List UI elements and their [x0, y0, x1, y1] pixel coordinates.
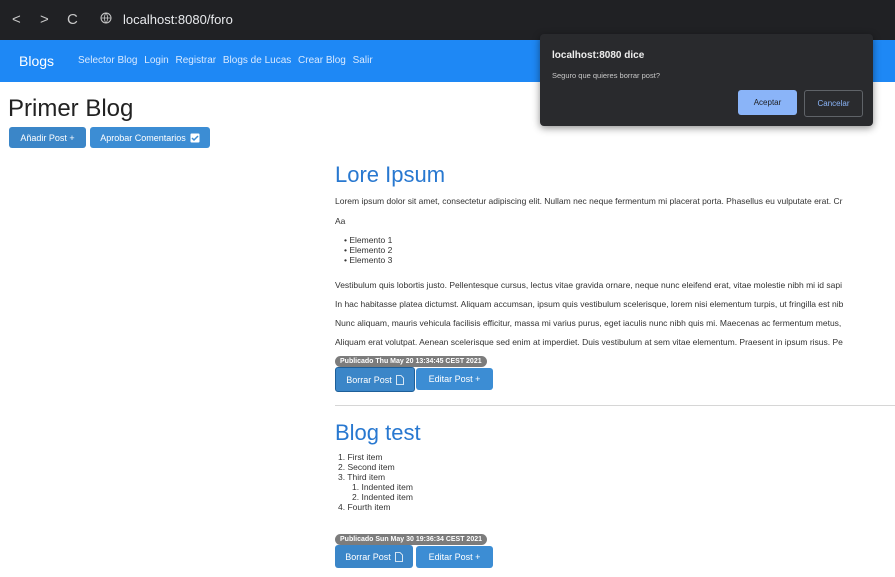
reload-icon[interactable]: C — [67, 11, 78, 28]
list-item: 1. First item — [338, 452, 383, 462]
list-item: 2. Indented item — [352, 492, 413, 502]
post-paragraph: Aliquam erat volutpat. Aenean scelerisqu… — [335, 337, 843, 347]
nav-link-blogs-de-lucas[interactable]: Blogs de Lucas — [223, 55, 291, 66]
delete-post-button[interactable]: Borrar Post — [335, 545, 413, 568]
nested-list: 1. Indented item 2. Indented item — [338, 482, 413, 502]
unordered-list: • Elemento 1 • Elemento 2 • Elemento 3 — [344, 235, 392, 265]
brand-link[interactable]: Blogs — [19, 53, 54, 69]
published-badge: Publicado Sun May 30 19:36:34 CEST 2021 — [335, 534, 488, 545]
post-title: Blog test — [335, 420, 421, 445]
post-divider — [335, 405, 895, 406]
post-paragraph: Vestibulum quis lobortis justo. Pellente… — [335, 280, 842, 290]
list-item: • Elemento 3 — [344, 255, 393, 265]
approve-comments-button[interactable]: Aprobar Comentarios — [90, 127, 210, 148]
edit-post-button[interactable]: Editar Post + — [416, 368, 493, 390]
post-title: Lore Ipsum — [335, 162, 446, 187]
checkbox-icon — [190, 133, 200, 142]
address-bar[interactable]: localhost:8080/foro — [123, 12, 233, 27]
forward-icon[interactable]: > — [40, 11, 49, 28]
list-item: 1. Indented item — [352, 482, 413, 492]
file-icon — [394, 551, 403, 562]
post-paragraph: Aa — [335, 216, 346, 226]
nav-link-salir[interactable]: Salir — [353, 55, 373, 66]
cancel-button[interactable]: Cancelar — [804, 90, 863, 117]
approve-comments-label: Aprobar Comentarios — [100, 132, 186, 143]
delete-post-label: Borrar Post — [345, 551, 391, 562]
delete-post-button[interactable]: Borrar Post — [335, 367, 415, 392]
nav-link-selector-blog[interactable]: Selector Blog — [78, 55, 137, 66]
list-item: • Elemento 1 — [344, 235, 393, 245]
nav-link-registrar[interactable]: Registrar — [176, 55, 217, 66]
nav-links: Selector Blog Login Registrar Blogs de L… — [78, 55, 377, 66]
post-paragraph: Nunc aliquam, mauris vehicula facilisis … — [335, 318, 842, 328]
globe-icon — [100, 12, 112, 24]
edit-post-button[interactable]: Editar Post + — [416, 546, 493, 568]
dialog-title: localhost:8080 dice — [552, 50, 645, 61]
accept-button[interactable]: Aceptar — [738, 90, 797, 115]
published-badge: Publicado Thu May 20 13:34:45 CEST 2021 — [335, 356, 487, 367]
confirm-dialog: localhost:8080 dice Seguro que quieres b… — [540, 34, 873, 126]
post-paragraph: Lorem ipsum dolor sit amet, consectetur … — [335, 196, 843, 206]
back-icon[interactable]: < — [12, 11, 21, 28]
file-icon — [395, 374, 404, 385]
list-item: 4. Fourth item — [338, 502, 391, 512]
list-item: • Elemento 2 — [344, 245, 393, 255]
delete-post-label: Borrar Post — [346, 374, 392, 385]
add-post-button[interactable]: Añadir Post + — [9, 127, 86, 148]
nav-link-login[interactable]: Login — [144, 55, 168, 66]
nav-link-crear-blog[interactable]: Crear Blog — [298, 55, 346, 66]
post-paragraph: In hac habitasse platea dictumst. Aliqua… — [335, 299, 844, 309]
ordered-list: 1. First item 2. Second item 3. Third it… — [338, 452, 413, 512]
list-item: 2. Second item — [338, 462, 395, 472]
page-title: Primer Blog — [8, 95, 134, 122]
list-item: 3. Third item — [338, 472, 386, 482]
dialog-message: Seguro que quieres borrar post? — [552, 71, 660, 80]
